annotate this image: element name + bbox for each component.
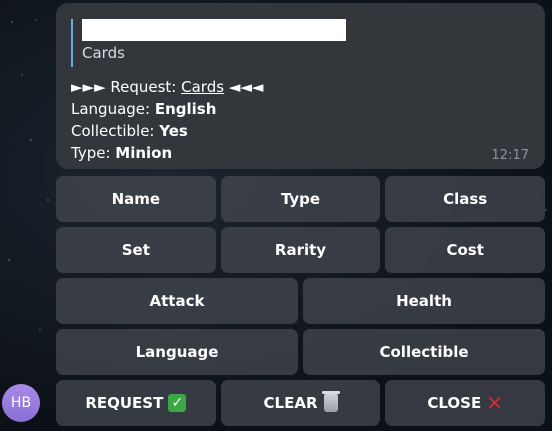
- keyboard-row: Language Collectible: [56, 329, 545, 375]
- field-label: Type:: [71, 144, 116, 162]
- field-language: Language: English: [71, 98, 529, 120]
- attack-button[interactable]: Attack: [56, 278, 298, 324]
- rarity-button[interactable]: Rarity: [220, 227, 381, 273]
- keyboard-row: REQUEST ✓ CLEAR CLOSE ✕: [56, 380, 546, 426]
- clear-button[interactable]: CLEAR: [220, 380, 381, 426]
- request-prefix: ►►► Request:: [71, 78, 182, 96]
- reply-preview[interactable]: Cards: [71, 19, 529, 67]
- language-button[interactable]: Language: [56, 329, 298, 375]
- field-collectible: Collectible: Yes: [71, 120, 529, 142]
- health-button[interactable]: Health: [303, 278, 545, 324]
- keyboard-row: Set Rarity Cost: [56, 227, 546, 273]
- avatar[interactable]: HB: [2, 384, 40, 422]
- class-button[interactable]: Class: [385, 176, 546, 222]
- trash-icon: [321, 391, 340, 412]
- field-type: Type: Minion: [71, 142, 529, 164]
- cost-button[interactable]: Cost: [385, 227, 546, 273]
- reply-preview-redacted-bar: [82, 19, 346, 41]
- reply-preview-text: Cards: [82, 44, 125, 62]
- request-line: ►►► Request: Cards ◄◄◄: [71, 76, 529, 98]
- bot-message-bubble: Cards ►►► Request: Cards ◄◄◄ Language: E…: [56, 3, 545, 169]
- field-label: Language:: [71, 100, 155, 118]
- field-value: Yes: [159, 122, 188, 140]
- request-link[interactable]: Cards: [181, 78, 224, 96]
- close-button[interactable]: CLOSE ✕: [385, 380, 546, 426]
- type-button[interactable]: Type: [220, 176, 381, 222]
- clear-button-label: CLEAR: [263, 394, 318, 412]
- field-value: Minion: [115, 144, 173, 162]
- request-button-label: REQUEST: [85, 394, 164, 412]
- close-button-label: CLOSE: [427, 394, 482, 412]
- field-value: English: [154, 100, 217, 118]
- set-button[interactable]: Set: [56, 227, 216, 273]
- request-suffix: ◄◄◄: [224, 78, 264, 96]
- name-button[interactable]: Name: [56, 176, 216, 222]
- check-mark-icon: ✓: [168, 394, 187, 412]
- keyboard-row: Attack Health: [56, 278, 545, 324]
- collectible-button[interactable]: Collectible: [303, 329, 545, 375]
- message-timestamp: 12:17: [491, 148, 529, 163]
- inline-keyboard: Name Type Class Set Rarity Cost Attack H…: [56, 176, 546, 426]
- field-label: Collectible:: [71, 122, 160, 140]
- cross-mark-icon: ✕: [486, 391, 503, 415]
- keyboard-row: Name Type Class: [56, 176, 546, 222]
- request-button[interactable]: REQUEST ✓: [56, 380, 216, 426]
